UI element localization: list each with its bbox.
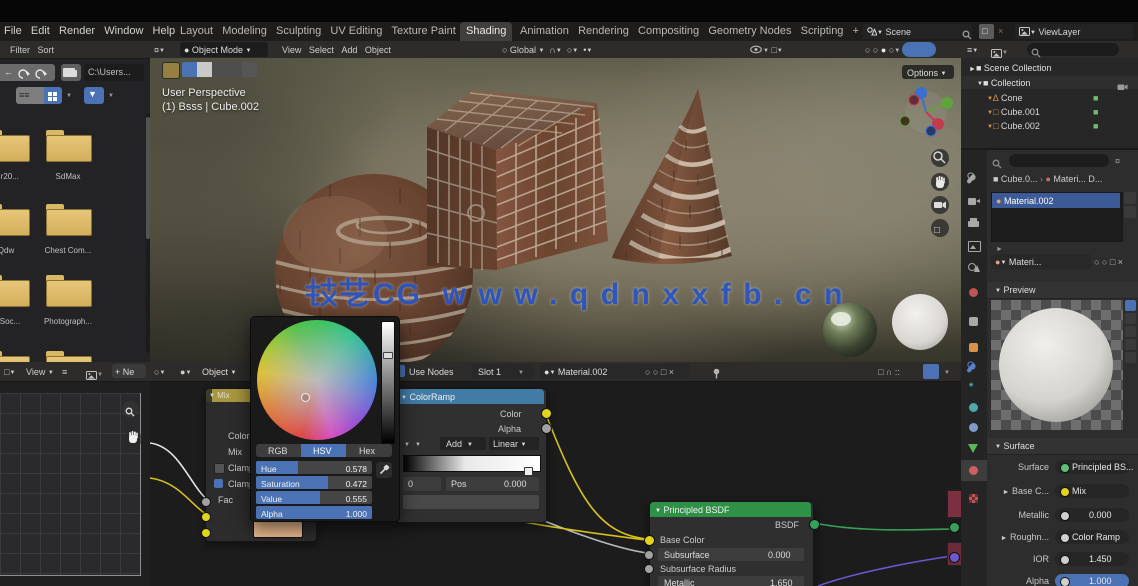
svg-text:□: □ (934, 225, 940, 236)
